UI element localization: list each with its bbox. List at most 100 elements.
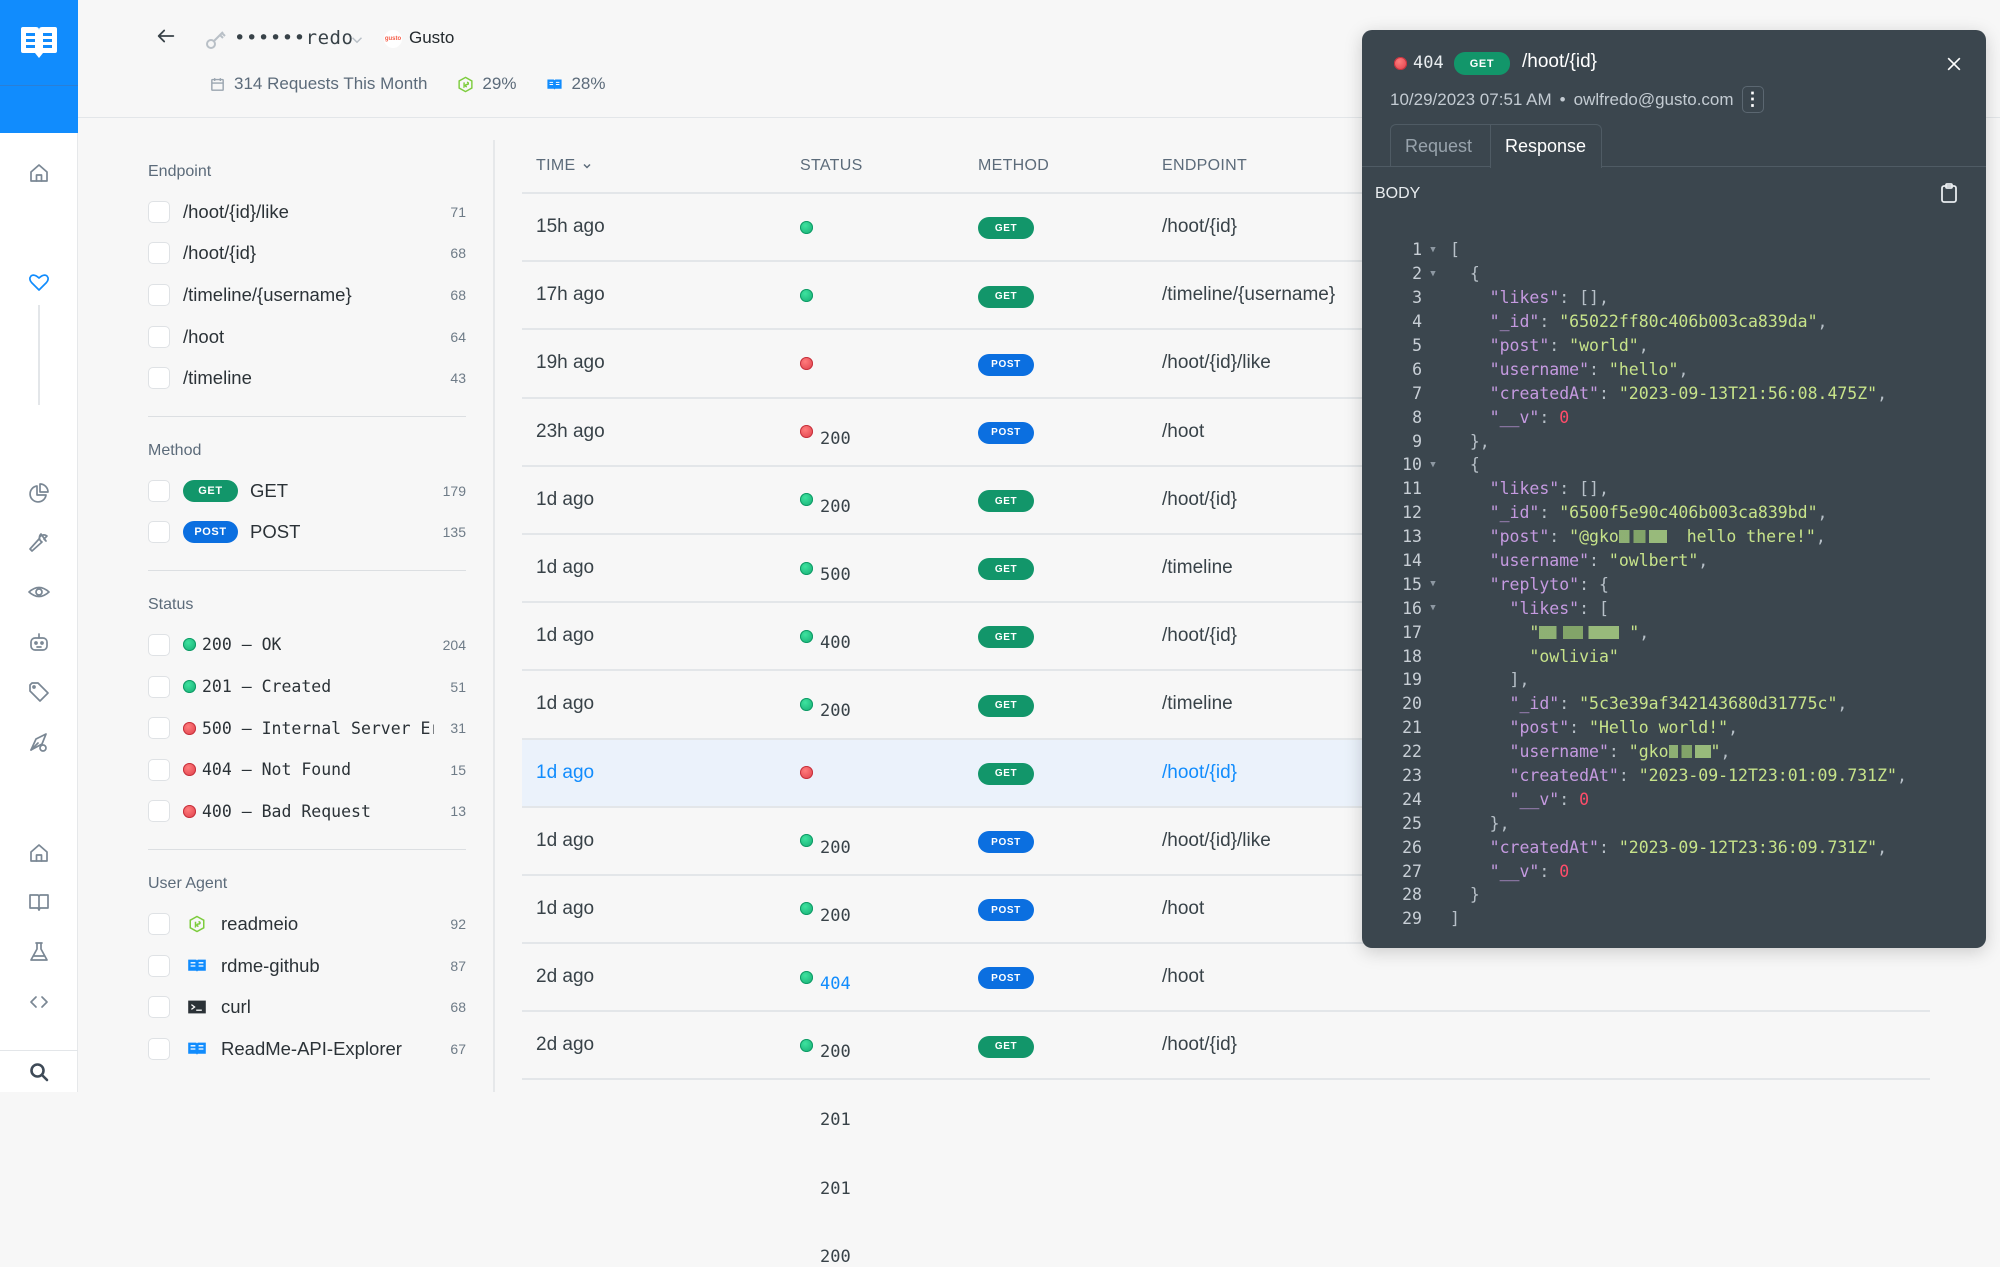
filter-label: 500 – Internal Server Er <box>202 718 434 738</box>
fold-toggle-icon[interactable]: ▼ <box>1426 603 1440 613</box>
code-line: 10 ▼ { <box>1382 453 1972 477</box>
header-endpoint[interactable]: ENDPOINT <box>1162 157 1247 175</box>
fold-toggle-icon[interactable]: ▼ <box>1426 269 1440 279</box>
heart-icon[interactable] <box>24 267 54 297</box>
checkbox[interactable] <box>148 633 170 656</box>
filter-count: 68 <box>450 245 466 262</box>
requests-count: 314 Requests This Month <box>234 74 428 93</box>
tab-response[interactable]: Response <box>1490 124 1602 168</box>
filter-option[interactable]: 500 – Internal Server Er 31 <box>148 707 466 749</box>
header-method[interactable]: METHOD <box>978 157 1049 175</box>
home-icon[interactable] <box>24 838 54 868</box>
home-icon[interactable] <box>24 158 54 188</box>
pen-icon[interactable] <box>24 727 54 757</box>
filter-label: 200 – OK <box>202 635 282 655</box>
line-number: 12 <box>1402 503 1422 523</box>
code-icon[interactable] <box>24 987 54 1017</box>
readme-logo[interactable] <box>0 0 78 85</box>
code-line: 6 "username": "hello", <box>1382 357 1972 381</box>
chevron-down-icon[interactable] <box>348 31 366 54</box>
filter-option[interactable]: POST POST 135 <box>148 512 466 554</box>
code-token: : <box>1618 766 1639 786</box>
flask-icon[interactable] <box>24 937 54 967</box>
rail-divider <box>38 305 40 405</box>
filter-label: ReadMe-API-Explorer <box>221 1037 402 1059</box>
panel-user: owlfredo@gusto.com <box>1573 89 1734 109</box>
checkbox[interactable] <box>148 717 170 740</box>
cell-endpoint: /hoot/{id} <box>1162 1034 1238 1056</box>
checkbox[interactable] <box>148 912 170 935</box>
code-token: " <box>1710 742 1721 762</box>
book-icon[interactable] <box>24 887 54 917</box>
back-button[interactable] <box>155 25 181 51</box>
header-status[interactable]: STATUS <box>800 157 863 175</box>
line-number: 9 <box>1412 431 1422 451</box>
filter-option[interactable]: /timeline/{username} 68 <box>148 274 466 316</box>
status-dot <box>800 766 813 780</box>
filter-option[interactable]: GET GET 179 <box>148 470 466 512</box>
tag-icon[interactable] <box>24 677 54 707</box>
code-token: , <box>1896 766 1907 786</box>
close-button[interactable] <box>1944 54 1966 76</box>
code-line: 8 "__v": 0 <box>1382 405 1972 429</box>
filter-option[interactable]: 200 – OK 204 <box>148 624 466 666</box>
checkbox[interactable] <box>148 479 170 502</box>
filter-option[interactable]: 404 – Not Found 15 <box>148 749 466 791</box>
filter-option[interactable]: curl 68 <box>148 986 466 1028</box>
checkbox[interactable] <box>148 758 170 781</box>
robot-icon[interactable] <box>24 627 54 657</box>
filter-option[interactable]: /timeline 43 <box>148 357 466 399</box>
code-line: 16 ▼ "likes": [ <box>1382 596 1972 620</box>
checkbox[interactable] <box>148 283 170 306</box>
filter-option[interactable]: readmeio 92 <box>148 903 466 945</box>
filter-option[interactable]: rdme-github 87 <box>148 945 466 987</box>
filter-option[interactable]: /hoot 64 <box>148 316 466 358</box>
checkbox[interactable] <box>148 675 170 698</box>
table-row[interactable]: 2d ago 201 POST/hoot <box>522 944 1930 1199</box>
table-row[interactable]: 2d ago 200 GET/hoot/{id} <box>522 1012 1930 1267</box>
project-switcher[interactable] <box>0 85 78 133</box>
filter-option[interactable]: 201 – Created 51 <box>148 666 466 708</box>
checkbox[interactable] <box>148 367 170 390</box>
line-number: 11 <box>1402 479 1422 499</box>
tab-request[interactable]: Request <box>1390 124 1490 167</box>
fold-toggle-icon[interactable]: ▼ <box>1426 245 1440 255</box>
checkbox[interactable] <box>148 954 170 977</box>
checkbox[interactable] <box>148 325 170 348</box>
filter-option[interactable]: 400 – Bad Request 13 <box>148 791 466 833</box>
eye-icon[interactable] <box>24 577 54 607</box>
code-line: 11 "likes": [], <box>1382 477 1972 501</box>
filter-option[interactable]: /hoot/{id} 68 <box>148 233 466 275</box>
fold-toggle-icon[interactable]: ▼ <box>1426 460 1440 470</box>
more-options-button[interactable]: ⋮ <box>1741 86 1764 113</box>
code-token: : <box>1559 694 1580 714</box>
checkbox[interactable] <box>148 996 170 1019</box>
fold-toggle-icon[interactable]: ▼ <box>1426 579 1440 589</box>
checkbox[interactable] <box>148 200 170 223</box>
filter-option[interactable]: ReadMe-API-Explorer 67 <box>148 1028 466 1070</box>
method-badge: GET <box>978 626 1034 649</box>
line-number: 7 <box>1412 383 1422 403</box>
wrench-icon[interactable] <box>24 527 54 557</box>
pie-chart-icon[interactable] <box>24 478 54 508</box>
checkbox[interactable] <box>148 242 170 265</box>
filter-option[interactable]: /hoot/{id}/like 71 <box>148 191 466 233</box>
checkbox[interactable] <box>148 521 170 544</box>
search-button[interactable] <box>0 1050 78 1092</box>
api-key-selector[interactable]: ••••••redo <box>234 27 353 49</box>
checkbox[interactable] <box>148 1037 170 1060</box>
code-token: , <box>1817 503 1828 523</box>
cell-time: 1d ago <box>536 488 595 510</box>
filter-label: /hoot <box>183 325 225 347</box>
sort-time-header[interactable]: TIME <box>536 157 593 175</box>
checkbox[interactable] <box>148 800 170 823</box>
copy-button[interactable] <box>1940 182 1958 209</box>
